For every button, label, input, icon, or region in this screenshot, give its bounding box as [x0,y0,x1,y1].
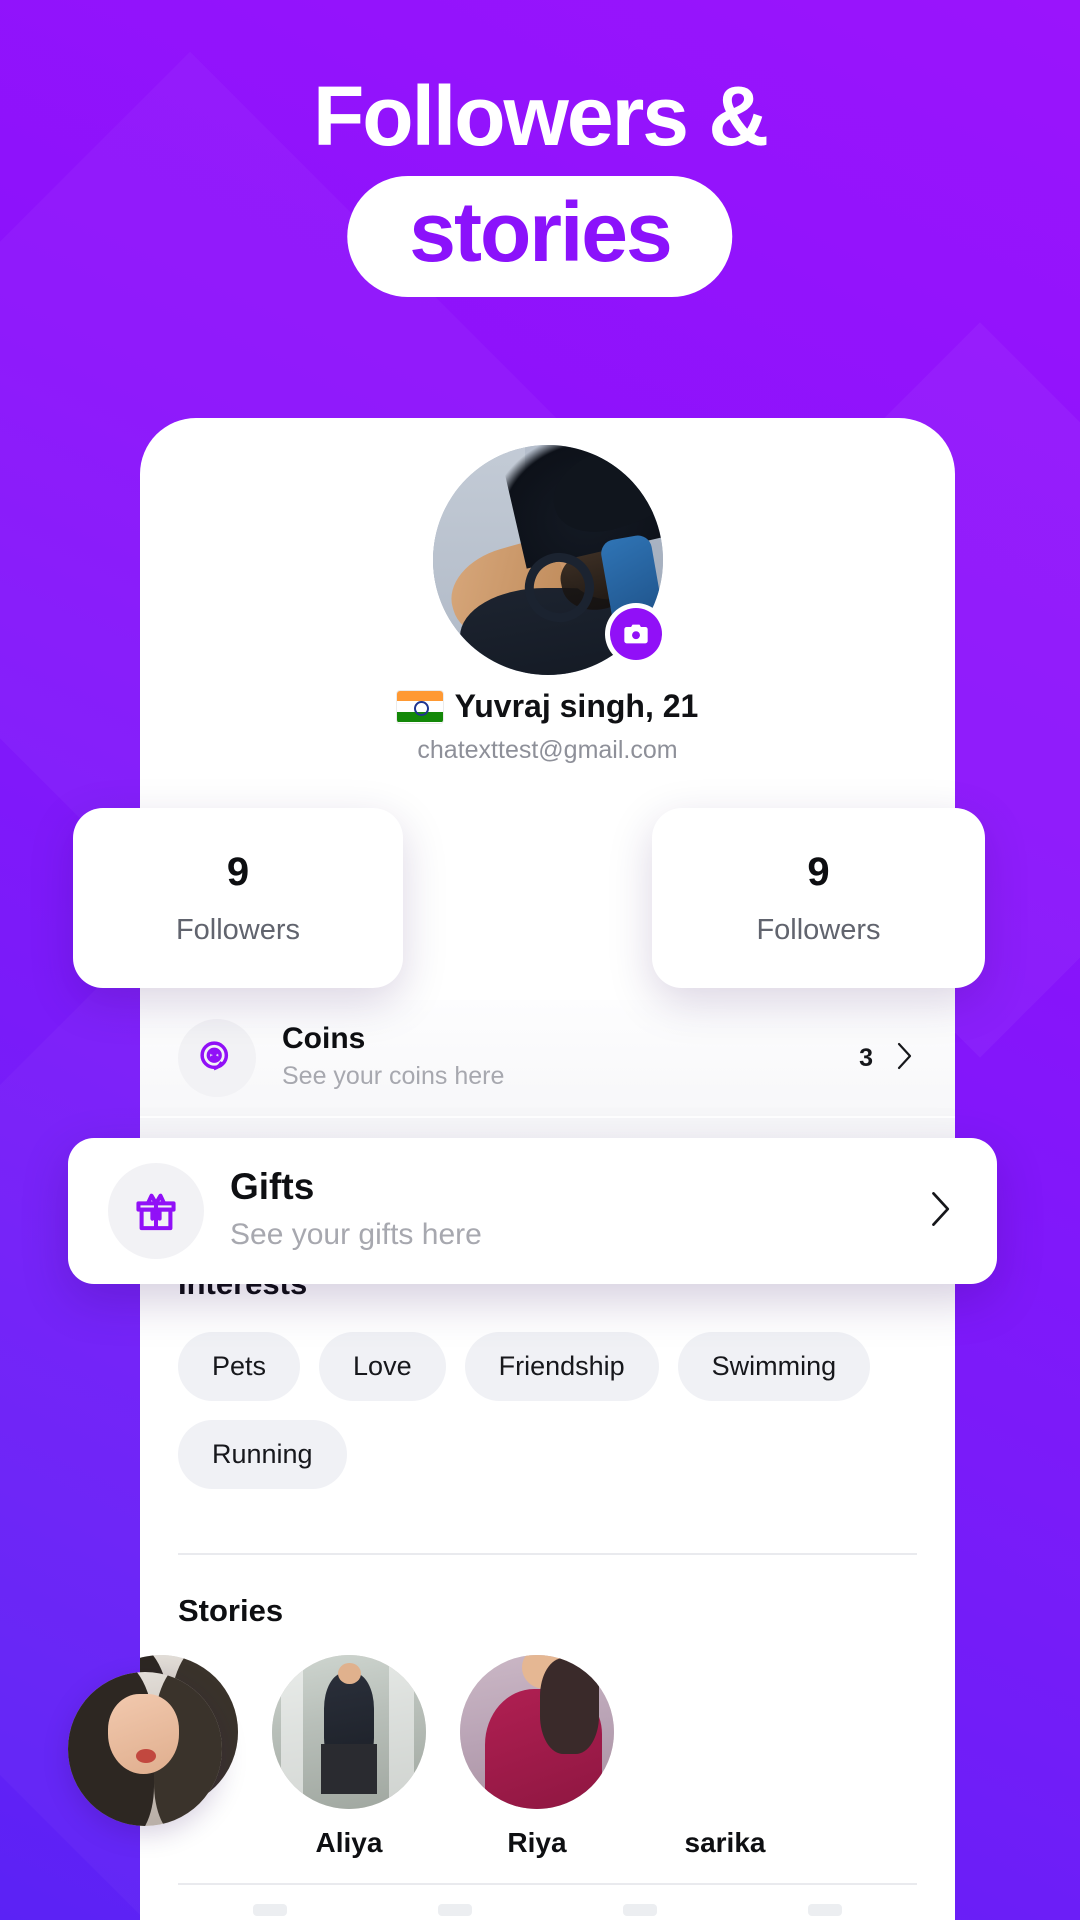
gifts-subtitle: See your gifts here [230,1218,482,1252]
stories-section: Stories Aliya Riya sarika [140,1593,917,1859]
stat-value: 9 [226,849,250,894]
camera-icon [609,608,662,660]
interest-chip[interactable]: Swimming [677,1332,871,1401]
bottom-nav-hint [178,1900,917,1920]
story-avatar [460,1655,614,1809]
story-item[interactable]: Aliya [272,1655,426,1859]
stories-title: Stories [178,1593,284,1628]
story-avatar-overflow[interactable] [68,1672,222,1826]
chevron-right-icon[interactable] [923,1183,957,1240]
chevron-right-icon[interactable] [891,1036,917,1081]
stat-card-followers-right[interactable]: 9 Followers [652,808,985,988]
story-name: sarika [684,1827,766,1858]
story-item[interactable]: sarika [648,1655,802,1859]
stories-list: Aliya Riya sarika [140,1655,917,1859]
stat-card-followers-left[interactable]: 9 Followers [73,808,403,988]
app-promo-screenshot: Followers & stories Yuvraj singh, 21 cha… [0,0,1080,1920]
profile-email: chatexttest@gmail.com [417,736,678,764]
coins-title: Coins [282,1022,366,1056]
gifts-row[interactable]: Gifts See your gifts here [68,1138,997,1284]
stat-label: Followers [756,913,881,946]
stat-label: Followers [175,913,301,946]
bottom-divider [178,1883,917,1885]
hero-headline-line2: stories [409,185,672,279]
section-divider [178,1553,917,1555]
hero-headline-line1: Followers & [312,69,769,163]
interest-chip[interactable]: Pets [178,1332,301,1401]
india-flag-icon [396,690,443,723]
interest-chip[interactable]: Friendship [464,1332,659,1401]
coins-icon [178,1019,256,1097]
coins-subtitle: See your coins here [282,1061,505,1090]
profile-name: Yuvraj singh, 21 [454,688,699,724]
gifts-title: Gifts [230,1166,315,1208]
profile-avatar-wrap [432,445,667,675]
gift-icon [108,1163,204,1259]
interests-section: Interests Pets Love Friendship Swimming … [178,1266,917,1489]
interest-chip[interactable]: Running [178,1420,347,1489]
interest-chip[interactable]: Love [319,1332,446,1401]
coins-row[interactable]: Coins See your coins here 3 [140,1000,955,1116]
story-name: Aliya [315,1827,383,1858]
camera-badge[interactable] [604,603,667,665]
profile-name-row: Yuvraj singh, 21 [140,688,955,725]
hero-headline-pill: stories [347,176,733,298]
story-name: Riya [507,1827,567,1858]
stat-value: 9 [807,849,830,894]
story-avatar [272,1655,426,1809]
coins-value: 3 [859,1043,873,1072]
story-item[interactable]: Riya [460,1655,614,1859]
interests-chip-list: Pets Love Friendship Swimming Running [178,1332,917,1489]
